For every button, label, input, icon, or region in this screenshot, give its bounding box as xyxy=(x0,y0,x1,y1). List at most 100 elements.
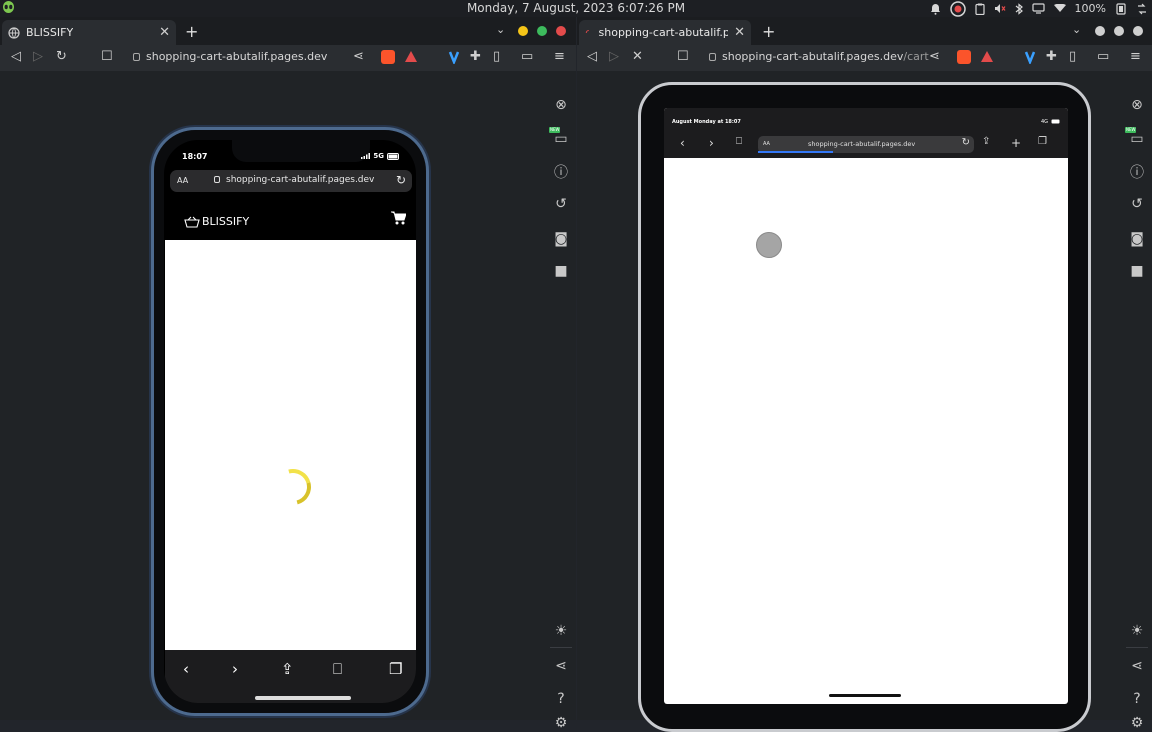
extensions-puzzle-icon[interactable]: ✚ xyxy=(470,49,481,64)
close-window-button[interactable] xyxy=(556,26,566,36)
mobile-tabs-icon[interactable]: ❐ xyxy=(389,660,402,678)
wifi-icon[interactable] xyxy=(1053,4,1066,13)
battery-percentage[interactable]: 100% xyxy=(1075,2,1106,15)
right-brightness-icon[interactable]: ☀ xyxy=(1129,623,1145,639)
ipad-tabs-icon[interactable]: ❐ xyxy=(1038,136,1047,147)
right-help-icon[interactable]: ? xyxy=(1129,691,1145,707)
right-close-device-icon[interactable]: ⊗ xyxy=(1129,97,1145,113)
right-extension-blue-icon[interactable] xyxy=(1023,50,1037,66)
battery-icon[interactable] xyxy=(1115,2,1127,15)
mobile-url-bar[interactable]: AA shopping-cart-abutalif.pages.dev ↻ xyxy=(170,170,412,192)
right-share-tools-icon[interactable]: ⋖ xyxy=(1129,658,1145,674)
device-rotate-screen-icon[interactable]: ▭ NEW xyxy=(549,127,569,147)
mobile-back-icon[interactable]: ‹ xyxy=(183,660,189,678)
url-host: shopping-cart-abutalif.pages.dev xyxy=(146,50,328,63)
right-info-icon[interactable]: ⓘ xyxy=(1129,165,1145,181)
help-icon[interactable]: ? xyxy=(553,691,569,707)
ipad-back-icon[interactable]: ‹ xyxy=(680,136,685,150)
settings-gear-icon[interactable]: ⚙ xyxy=(553,715,569,731)
brave-shields-icon[interactable] xyxy=(381,50,395,64)
ipad-share-icon[interactable]: ⇪ xyxy=(982,136,990,147)
right-screenshot-camera-icon[interactable]: ◙ xyxy=(1129,231,1145,247)
mobile-url-text: shopping-cart-abutalif.pages.dev xyxy=(226,175,375,185)
wallet-icon[interactable]: ▭ xyxy=(521,49,533,64)
cart-icon[interactable] xyxy=(391,211,406,225)
forward-icon[interactable]: ▷ xyxy=(33,49,43,64)
stop-loading-icon[interactable]: ✕ xyxy=(632,49,643,64)
rotate-icon[interactable]: ↺ xyxy=(553,196,569,212)
sidebar-toggle-icon[interactable]: ▯ xyxy=(493,49,500,64)
brightness-icon[interactable]: ☀ xyxy=(553,623,569,639)
reader-aa-button[interactable]: AA xyxy=(177,176,188,185)
share-icon[interactable]: ⋖ xyxy=(353,49,364,64)
right-tab-list-chevron-icon[interactable]: ⌄ xyxy=(1072,23,1081,36)
right-settings-gear-icon[interactable]: ⚙ xyxy=(1129,715,1145,731)
mobile-forward-icon[interactable]: › xyxy=(232,660,238,678)
menu-icon[interactable]: ≡ xyxy=(554,49,565,64)
network-icon[interactable] xyxy=(1136,3,1148,15)
right-minimize-button[interactable] xyxy=(1095,26,1105,36)
tab-blissify[interactable]: BLISSIFY ✕ xyxy=(2,20,176,45)
right-sidebar-toggle-icon[interactable]: ▯ xyxy=(1069,49,1076,64)
signal-icon xyxy=(361,153,371,159)
info-icon[interactable]: ⓘ xyxy=(553,165,569,181)
tab-strip: BLISSIFY ✕ + ⌄ xyxy=(0,17,576,45)
mobile-reload-icon[interactable]: ↻ xyxy=(396,173,406,187)
back-icon[interactable]: ◁ xyxy=(11,49,21,64)
new-tab-button[interactable]: + xyxy=(185,22,198,41)
globe-icon xyxy=(8,26,20,39)
mobile-share-icon[interactable]: ⇪ xyxy=(281,660,294,678)
record-indicator-icon[interactable] xyxy=(949,0,966,17)
iphone-screen: 18:07 5G AA shopping-cart-abutalif.pages… xyxy=(164,140,416,703)
iphone-status-time: 18:07 xyxy=(182,152,208,161)
right-device-rotate-screen-icon[interactable]: ▭ NEW xyxy=(1125,127,1145,147)
display-icon[interactable] xyxy=(1031,3,1045,14)
right-close-tab-icon[interactable]: ✕ xyxy=(734,25,745,40)
clipboard-icon[interactable] xyxy=(974,3,985,15)
ipad-reload-icon[interactable]: ↻ xyxy=(962,137,970,148)
video-record-icon[interactable]: ■ xyxy=(553,263,569,279)
right-back-icon[interactable]: ◁ xyxy=(587,49,597,64)
ipad-reader-aa-button[interactable]: AA xyxy=(763,141,770,147)
address-bar[interactable]: shopping-cart-abutalif.pages.dev xyxy=(133,50,327,63)
right-forward-icon[interactable]: ▷ xyxy=(609,49,619,64)
tab-cart[interactable]: shopping-cart-abutalif.pages.dev/cart ✕ xyxy=(579,20,751,45)
close-tab-icon[interactable]: ✕ xyxy=(159,25,170,40)
right-address-bar[interactable]: shopping-cart-abutalif.pages.dev/cart xyxy=(709,50,929,63)
screenshot-camera-icon[interactable]: ◙ xyxy=(553,231,569,247)
close-device-icon[interactable]: ⊗ xyxy=(553,97,569,113)
share-tools-icon[interactable]: ⋖ xyxy=(553,658,569,674)
ipad-url-bar[interactable]: AA shopping-cart-abutalif.pages.dev ↻ xyxy=(758,136,974,153)
loading-tab-icon xyxy=(585,29,589,33)
maximize-button[interactable] xyxy=(537,26,547,36)
right-share-icon[interactable]: ⋖ xyxy=(929,49,940,64)
bookmark-icon[interactable]: ☐ xyxy=(101,49,113,64)
volume-muted-icon[interactable] xyxy=(994,3,1006,14)
mobile-lock-icon xyxy=(214,176,220,183)
right-rotate-icon[interactable]: ↺ xyxy=(1129,196,1145,212)
right-bookmark-icon[interactable]: ☐ xyxy=(677,49,689,64)
minimize-button[interactable] xyxy=(518,26,528,36)
right-maximize-button[interactable] xyxy=(1114,26,1124,36)
right-menu-icon[interactable]: ≡ xyxy=(1130,49,1141,64)
ipad-forward-icon[interactable]: › xyxy=(709,136,714,150)
right-brave-rewards-icon[interactable] xyxy=(980,50,994,64)
notification-bell-icon[interactable] xyxy=(930,3,941,15)
tab-list-chevron-icon[interactable]: ⌄ xyxy=(496,23,505,36)
right-wallet-icon[interactable]: ▭ xyxy=(1097,49,1109,64)
right-brave-shields-icon[interactable] xyxy=(957,50,971,64)
right-new-tab-button[interactable]: + xyxy=(762,22,775,41)
right-close-window-button[interactable] xyxy=(1133,26,1143,36)
reload-icon[interactable]: ↻ xyxy=(56,49,67,64)
mobile-bookmarks-icon[interactable]: ⎕ xyxy=(333,660,342,678)
extension-blue-icon[interactable] xyxy=(447,50,461,66)
right-video-record-icon[interactable]: ■ xyxy=(1129,263,1145,279)
site-logo[interactable]: BLISSIFY xyxy=(184,215,249,228)
ipad-new-tab-icon[interactable]: + xyxy=(1011,136,1021,150)
bluetooth-icon[interactable] xyxy=(1015,2,1023,15)
brave-rewards-icon[interactable] xyxy=(404,50,418,64)
right-extensions-puzzle-icon[interactable]: ✚ xyxy=(1046,49,1057,64)
right-tab-strip: shopping-cart-abutalif.pages.dev/cart ✕ … xyxy=(577,17,1152,45)
ipad-bookmarks-icon[interactable]: ⎕ xyxy=(736,136,742,147)
left-device-tool-column: ⊗ ▭ NEW ⓘ ↺ ◙ ■ ☀ ⋖ ? ⚙ xyxy=(543,71,579,731)
